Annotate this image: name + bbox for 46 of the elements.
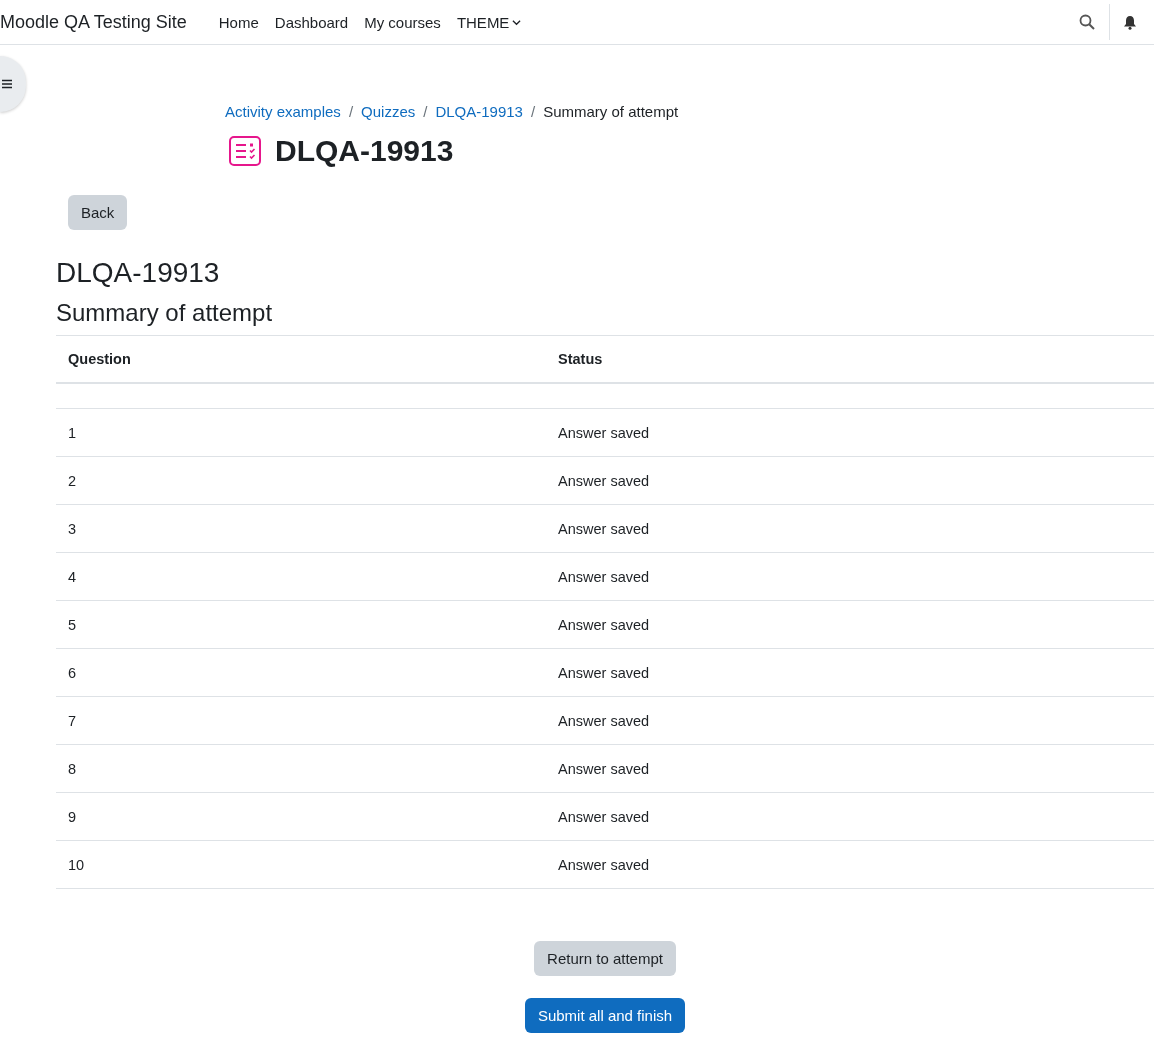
breadcrumb-link[interactable]: Activity examples	[225, 103, 341, 120]
question-number: 9	[68, 808, 77, 825]
breadcrumb-separator: /	[530, 103, 536, 120]
breadcrumb-separator: /	[348, 103, 354, 120]
question-number: 4	[68, 568, 77, 585]
status-text: Answer saved	[558, 808, 650, 825]
quiz-icon	[229, 136, 261, 166]
question-number: 3	[68, 520, 77, 537]
breadcrumb-separator: /	[423, 103, 428, 120]
breadcrumb-current: Summary of attempt	[543, 103, 679, 120]
status-text: Answer saved	[558, 568, 650, 585]
nav-link[interactable]: My courses	[364, 13, 441, 31]
question-number: 1	[68, 424, 77, 441]
column-header: Question	[68, 351, 131, 367]
status-text: Answer saved	[558, 616, 650, 633]
status-text: Answer saved	[558, 760, 650, 777]
site-name[interactable]: Moodle QA Testing Site	[0, 11, 187, 33]
status-text: Answer saved	[558, 664, 650, 681]
nav-link[interactable]: Home	[218, 13, 259, 31]
section-title: Summary of attempt	[56, 299, 274, 327]
submit-button[interactable]: Submit all and finish	[524, 998, 686, 1033]
nav-dropdown[interactable]: THEME	[456, 13, 522, 31]
question-number: 5	[68, 616, 77, 633]
quiz-title: DLQA-19913	[56, 257, 221, 289]
question-number: 2	[68, 472, 77, 489]
question-number: 7	[68, 712, 77, 729]
breadcrumb-link[interactable]: Quizzes	[361, 103, 416, 120]
return-button[interactable]: Return to attempt	[534, 941, 676, 976]
back-button[interactable]: Back	[68, 195, 128, 230]
bell-icon[interactable]	[1123, 14, 1137, 30]
drawer-toggle-button[interactable]	[0, 56, 26, 112]
caret-icon	[512, 17, 522, 27]
menu-icon	[2, 79, 12, 89]
breadcrumb-link[interactable]: DLQA-19913	[435, 103, 523, 120]
column-header: Status	[558, 351, 603, 367]
page-title: DLQA-19913	[275, 134, 454, 168]
status-text: Answer saved	[558, 856, 650, 873]
question-number: 10	[68, 856, 85, 873]
question-number: 8	[68, 760, 77, 777]
status-text: Answer saved	[558, 424, 650, 441]
status-text: Answer saved	[558, 472, 650, 489]
question-number: 6	[68, 664, 77, 681]
status-text: Answer saved	[558, 712, 650, 729]
status-text: Answer saved	[558, 520, 650, 537]
nav-link[interactable]: Dashboard	[274, 13, 349, 31]
search-icon[interactable]	[1079, 14, 1095, 30]
